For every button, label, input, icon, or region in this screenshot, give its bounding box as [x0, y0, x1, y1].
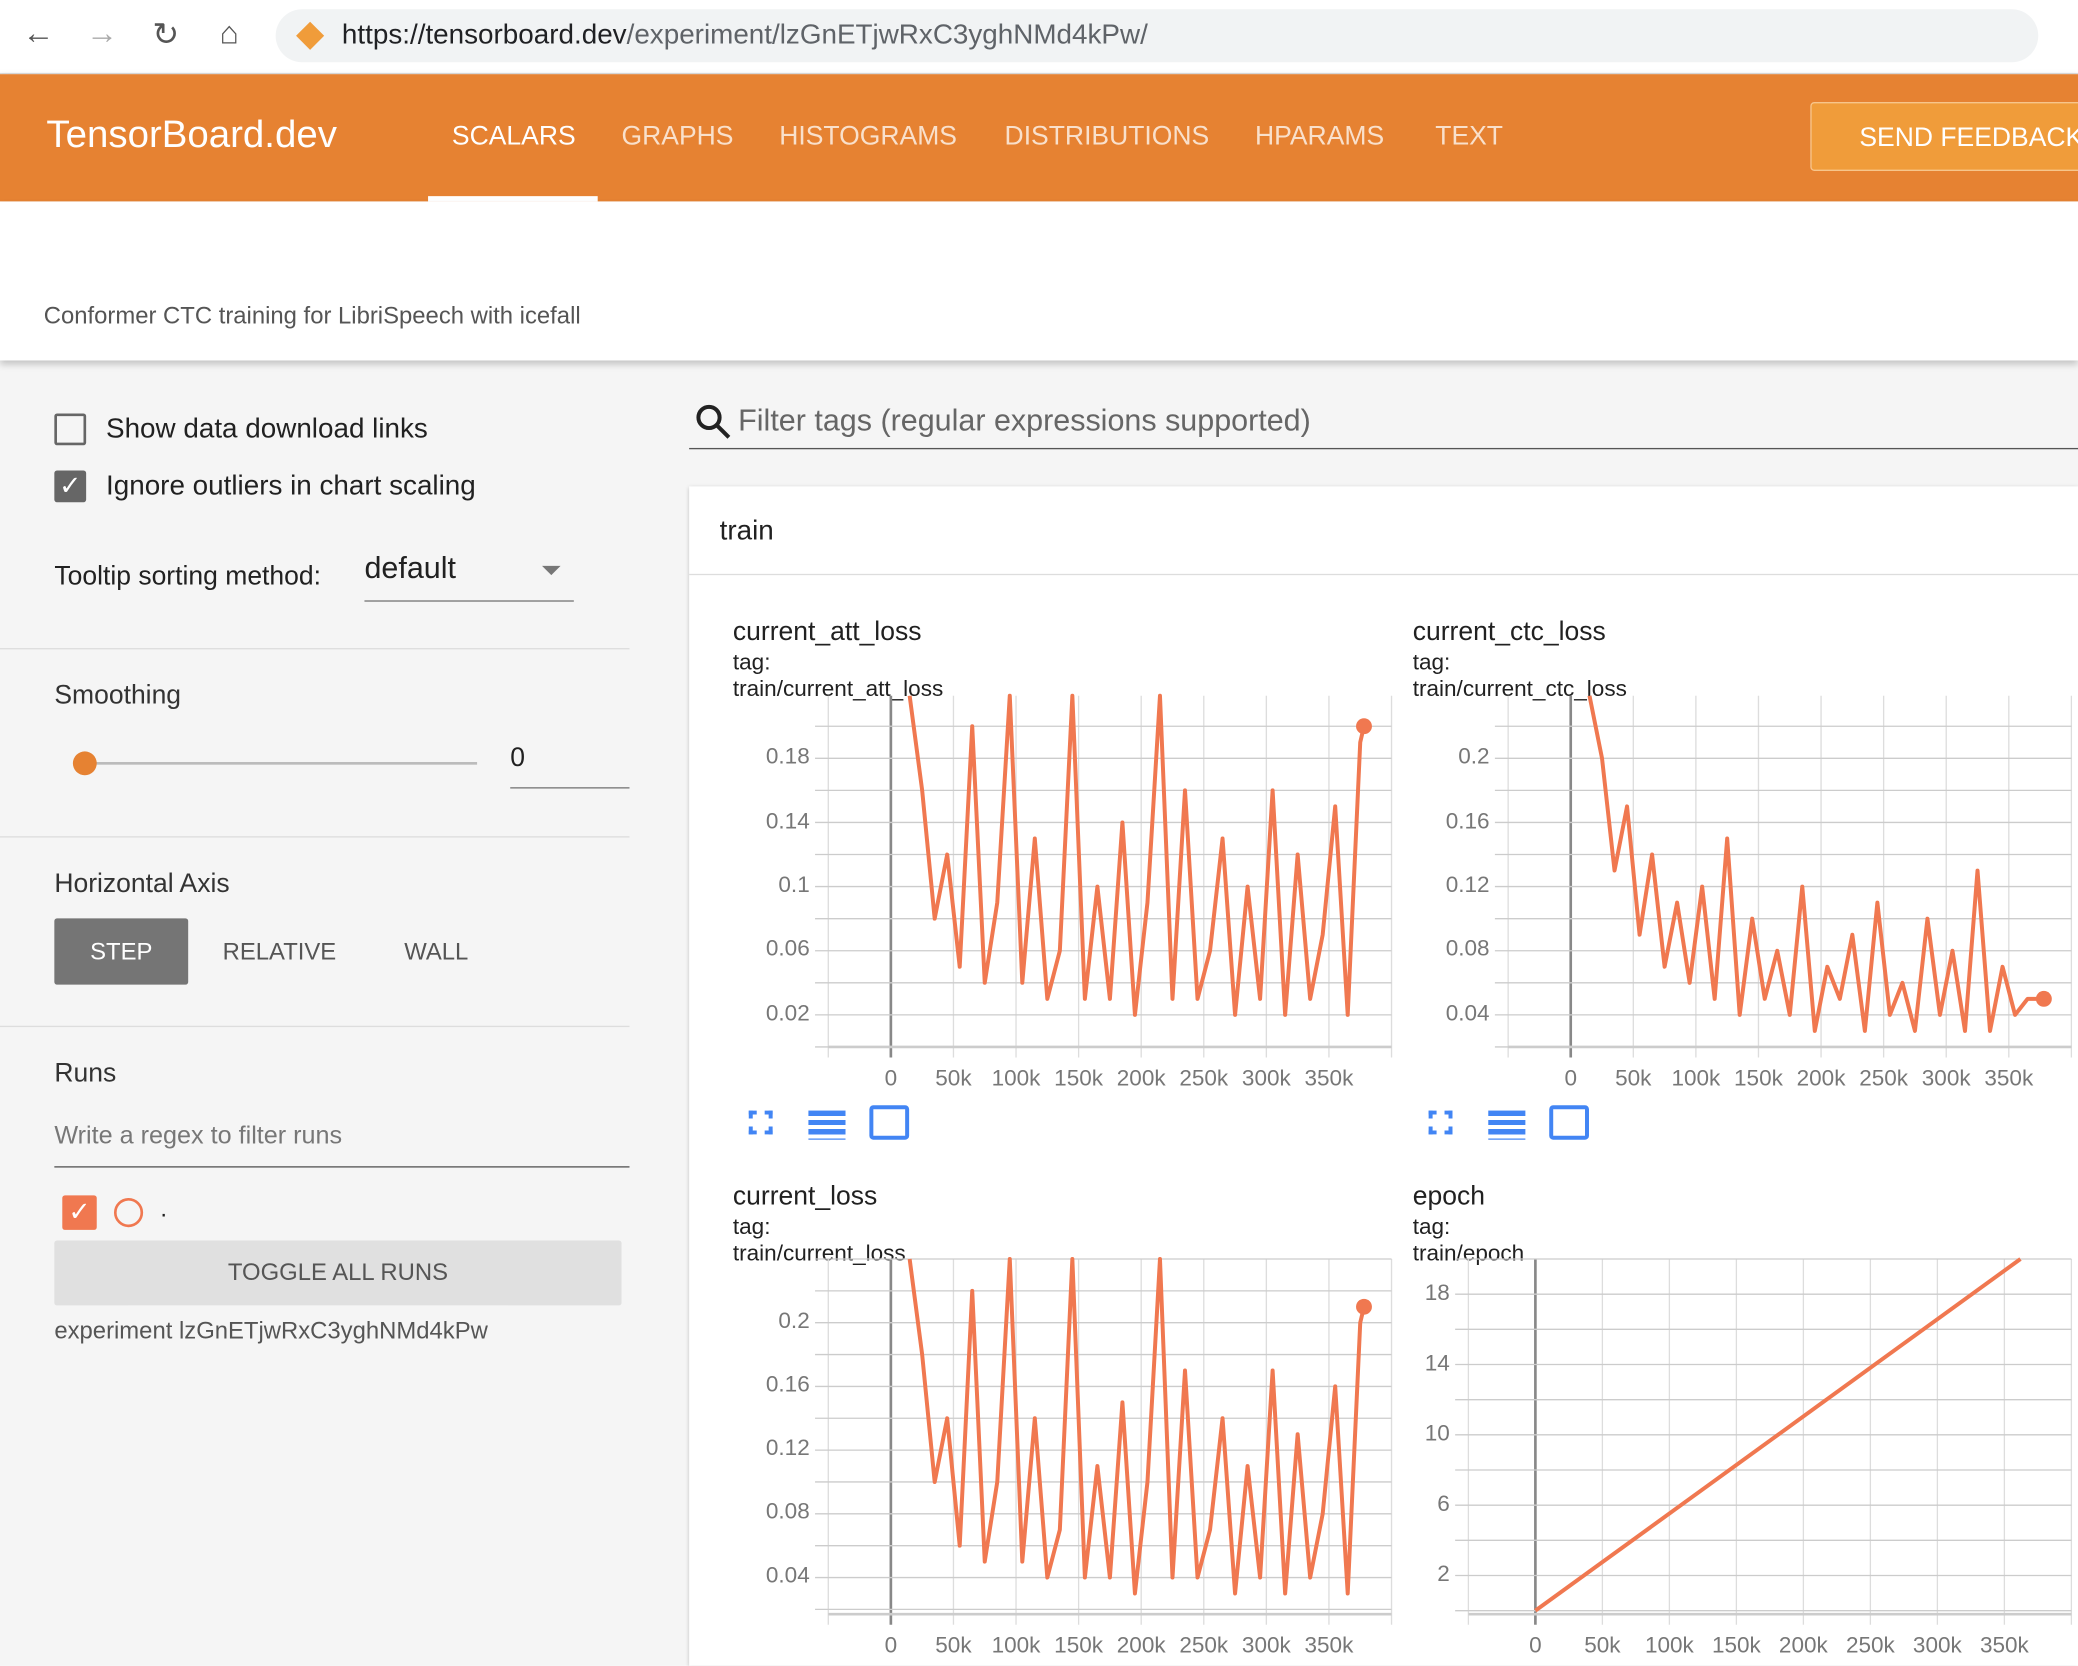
y-tick-label: 6 — [1437, 1490, 1450, 1516]
y-tick-label: 2 — [1437, 1560, 1450, 1587]
chart-plot[interactable] — [0, 0, 2078, 1666]
y-tick-label: 18 — [1424, 1279, 1450, 1305]
y-tick-label: 10 — [1424, 1420, 1450, 1446]
x-tick-label: 350k — [1979, 1632, 2029, 1658]
y-tick-label: 14 — [1424, 1349, 1450, 1376]
